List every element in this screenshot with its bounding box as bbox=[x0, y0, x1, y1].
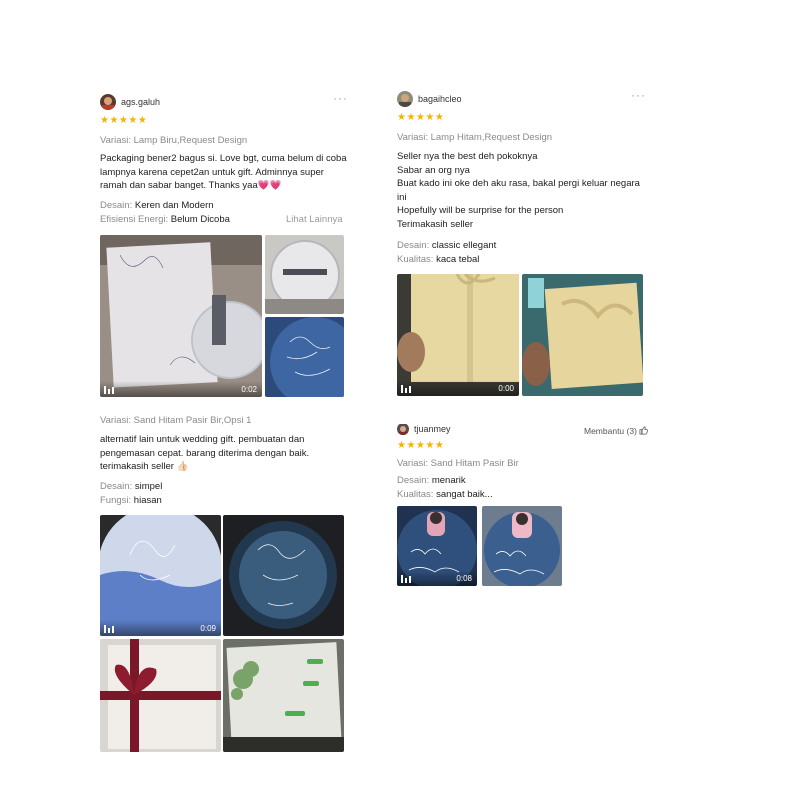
attribute-design: Desain: Keren dan Modern bbox=[100, 200, 214, 211]
attribute-quality: Kualitas: sangat baik... bbox=[397, 489, 493, 500]
helpful-button[interactable]: Membantu (3) bbox=[584, 426, 649, 437]
see-more-link[interactable]: Lihat Lainnya bbox=[286, 214, 343, 225]
review-text: Seller nya the best deh pokoknya Sabar a… bbox=[397, 151, 640, 230]
review-video-thumbnail[interactable]: 0:02 bbox=[100, 235, 262, 397]
review-text: alternatif lain untuk wedding gift. pemb… bbox=[100, 434, 310, 473]
attribute-design: Desain: menarik bbox=[397, 475, 466, 486]
avatar[interactable] bbox=[397, 423, 409, 435]
video-icon bbox=[401, 385, 411, 393]
review-card-bagaihcleo: bagaihcleo ··· ★★★★★ Variasi: Lamp Hitam… bbox=[397, 0, 800, 410]
username[interactable]: tjuanmey bbox=[414, 424, 451, 434]
attribute-quality: Kualitas: kaca tebal bbox=[397, 254, 480, 265]
review-video-thumbnail[interactable]: 0:09 bbox=[100, 515, 221, 636]
video-icon bbox=[104, 625, 114, 633]
review-image-thumbnail[interactable] bbox=[223, 515, 344, 636]
attribute-design: Desain: simpel bbox=[100, 481, 163, 492]
variant-label: Variasi: Lamp Biru,Request Design bbox=[100, 135, 248, 146]
more-dots-icon[interactable]: ··· bbox=[631, 88, 646, 102]
more-dots-icon[interactable]: ··· bbox=[333, 91, 348, 105]
video-icon bbox=[401, 575, 411, 583]
review-card-tjuanmey: tjuanmey Membantu (3) ★★★★★ Variasi: San… bbox=[397, 410, 800, 800]
review-image-thumbnail[interactable] bbox=[223, 639, 344, 752]
video-duration: 0:08 bbox=[456, 574, 472, 583]
attribute-design: Desain: classic ellegant bbox=[397, 240, 497, 251]
review-image-thumbnail[interactable] bbox=[100, 639, 221, 752]
variant-label: Variasi: Sand Hitam Pasir Bir,Opsi 1 bbox=[100, 415, 252, 426]
review-image-thumbnail[interactable] bbox=[265, 235, 344, 314]
review-card-sand-hitam: Variasi: Sand Hitam Pasir Bir,Opsi 1 alt… bbox=[0, 410, 400, 800]
username[interactable]: bagaihcleo bbox=[418, 94, 462, 104]
review-video-thumbnail[interactable]: 0:00 bbox=[397, 274, 519, 396]
thumbs-up-icon bbox=[639, 426, 649, 437]
review-card-ags-galuh: ags.galuh ··· ★★★★★ Variasi: Lamp Biru,R… bbox=[0, 0, 400, 410]
variant-label: Variasi: Lamp Hitam,Request Design bbox=[397, 132, 553, 143]
video-duration: 0:02 bbox=[241, 385, 257, 394]
review-image-thumbnail[interactable] bbox=[482, 506, 562, 586]
avatar[interactable] bbox=[100, 94, 116, 110]
review-text: Packaging bener2 bagus si. Love bgt, cum… bbox=[100, 153, 347, 192]
video-duration: 0:00 bbox=[498, 384, 514, 393]
variant-label: Variasi: Sand Hitam Pasir Bir bbox=[397, 458, 519, 469]
video-icon bbox=[104, 386, 114, 394]
review-video-thumbnail[interactable]: 0:08 bbox=[397, 506, 477, 586]
star-rating: ★★★★★ bbox=[397, 112, 445, 123]
username[interactable]: ags.galuh bbox=[121, 97, 160, 107]
avatar[interactable] bbox=[397, 91, 413, 107]
attribute-energy: Efisiensi Energi: Belum Dicoba bbox=[100, 214, 230, 225]
video-duration: 0:09 bbox=[200, 624, 216, 633]
attribute-function: Fungsi: hiasan bbox=[100, 495, 162, 506]
star-rating: ★★★★★ bbox=[397, 440, 445, 451]
star-rating: ★★★★★ bbox=[100, 115, 148, 126]
review-image-thumbnail[interactable] bbox=[265, 317, 344, 397]
review-image-thumbnail[interactable] bbox=[522, 274, 643, 396]
